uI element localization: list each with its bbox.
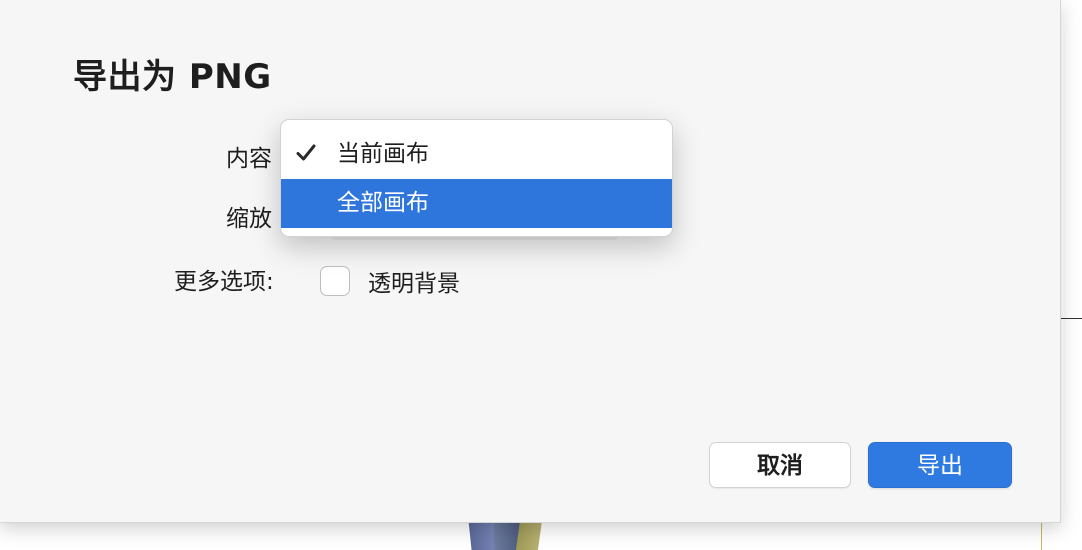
menu-item-current-canvas[interactable]: 当前画布 <box>281 130 672 179</box>
background-guide-line <box>1041 520 1042 550</box>
checkmark-icon <box>295 142 317 164</box>
export-dialog: 导出为 PNG 内容 缩放 更多选项: 透明背景 取消 导出 <box>0 0 1061 523</box>
content-label: 内容 <box>226 146 272 172</box>
cancel-button[interactable]: 取消 <box>709 442 851 488</box>
menu-item-label: 全部画布 <box>337 190 429 216</box>
menu-item-label: 当前画布 <box>337 141 429 167</box>
background-guide-line <box>1058 318 1082 319</box>
dialog-title: 导出为 PNG <box>73 57 272 97</box>
transparent-background-checkbox[interactable] <box>320 266 350 296</box>
transparent-background-label[interactable]: 透明背景 <box>368 268 460 300</box>
export-button[interactable]: 导出 <box>868 442 1012 488</box>
background-artwork <box>515 520 543 550</box>
scale-label: 缩放 <box>226 206 272 232</box>
content-dropdown-menu: 当前画布 全部画布 <box>280 119 673 237</box>
more-options-label: 更多选项: <box>174 269 274 295</box>
menu-item-all-canvases[interactable]: 全部画布 <box>281 179 672 228</box>
